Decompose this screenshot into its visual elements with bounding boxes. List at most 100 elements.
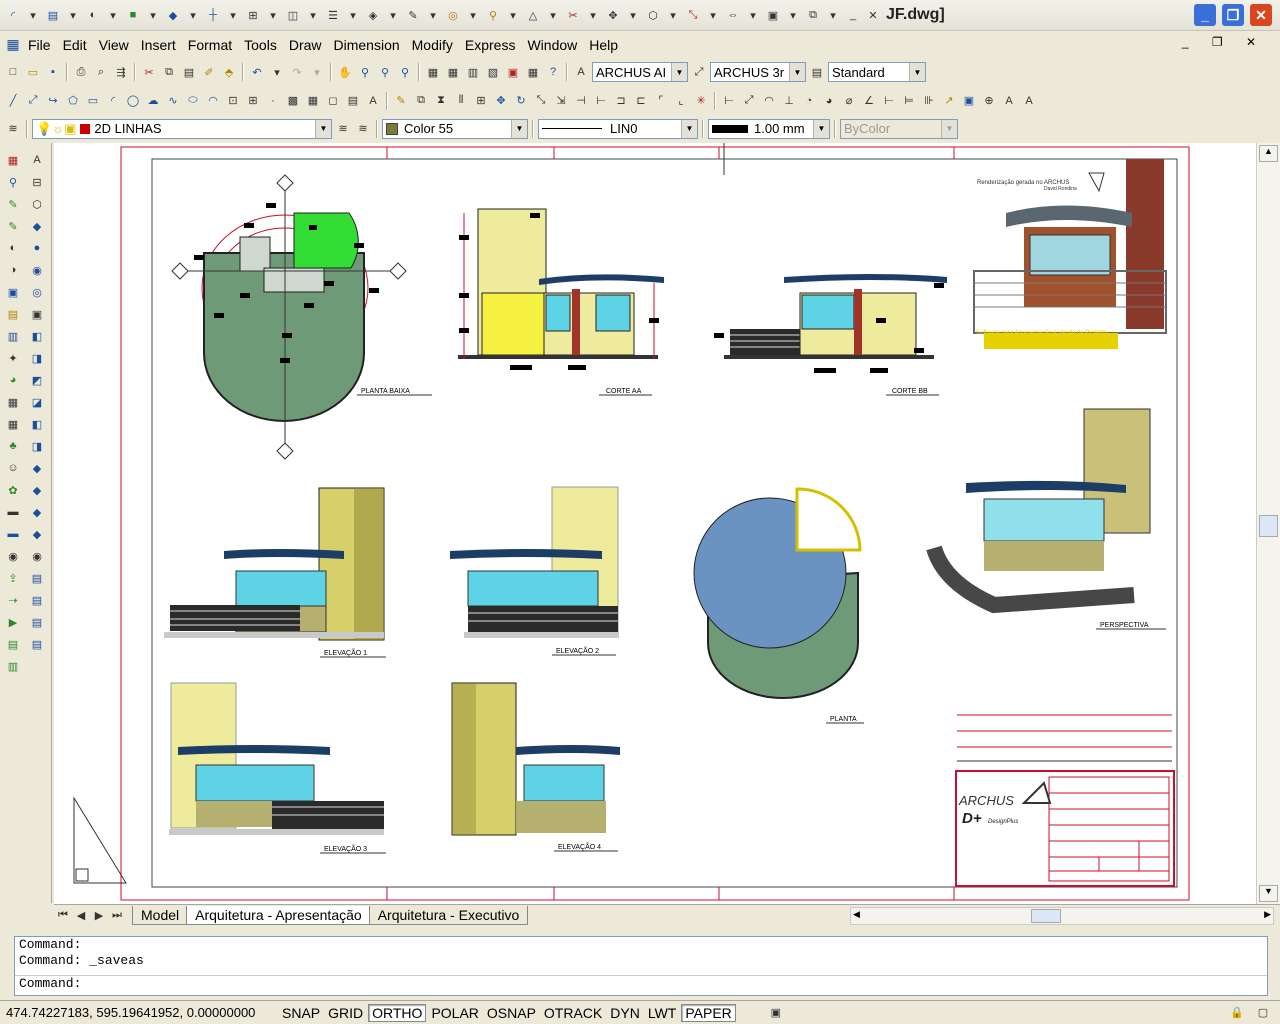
scroll-left-button[interactable]: ◀: [853, 909, 860, 920]
arc-icon[interactable]: ◜: [104, 92, 122, 110]
menu-edit[interactable]: Edit: [57, 37, 93, 53]
menu-view[interactable]: View: [93, 37, 135, 53]
command-prompt[interactable]: Command:: [15, 975, 1267, 991]
tab-model[interactable]: Model: [132, 906, 189, 925]
otrack-toggle[interactable]: OTRACK: [541, 1005, 605, 1021]
region-icon[interactable]: ◻: [324, 92, 342, 110]
text-frame-icon[interactable]: A: [28, 151, 46, 169]
first-tab-icon[interactable]: ⏮: [54, 907, 72, 925]
next-tab-icon[interactable]: ▶: [90, 907, 108, 925]
dim-text-edit-icon[interactable]: A: [1020, 92, 1038, 110]
dim-edit-icon[interactable]: A: [1000, 92, 1018, 110]
arc-length-icon[interactable]: ◠: [760, 92, 778, 110]
aligned-dim-icon[interactable]: ⤢: [740, 92, 758, 110]
command-window[interactable]: Command: Command: _saveas Command:: [14, 936, 1268, 996]
menu-format[interactable]: Format: [182, 37, 238, 53]
quick-dim-icon[interactable]: ⊢: [880, 92, 898, 110]
copy-icon[interactable]: ⧉: [160, 63, 178, 81]
viewport-tool-icon[interactable]: ▣: [28, 305, 46, 323]
zoom-tool-icon[interactable]: ⚲: [4, 173, 22, 191]
modify-icon[interactable]: ✂: [564, 6, 582, 24]
cylinder-icon[interactable]: ◉: [28, 261, 46, 279]
animation-icon[interactable]: ▶: [4, 613, 22, 631]
gradient-icon[interactable]: ▦: [304, 92, 322, 110]
layout-1-icon[interactable]: ▤: [28, 569, 46, 587]
box-icon[interactable]: ▣: [764, 6, 782, 24]
sky-icon[interactable]: ▬: [4, 525, 22, 543]
hatch-tool-icon[interactable]: ▩: [284, 92, 302, 110]
zoom-previous-icon[interactable]: ⚲: [396, 63, 414, 81]
sphere-icon[interactable]: ●: [28, 239, 46, 257]
zoom-window-icon[interactable]: ⚲: [376, 63, 394, 81]
explode-icon[interactable]: ✳: [692, 92, 710, 110]
torus-icon[interactable]: ◎: [28, 283, 46, 301]
line-icon[interactable]: ╱: [4, 92, 22, 110]
dyn-toggle[interactable]: DYN: [607, 1005, 643, 1021]
dim-tool-icon[interactable]: ⊟: [28, 173, 46, 191]
view-top-icon[interactable]: ◧: [28, 327, 46, 345]
rotate-icon[interactable]: ↻: [512, 92, 530, 110]
undo-icon[interactable]: ↶: [248, 63, 266, 81]
array-icon[interactable]: ⊞: [472, 92, 490, 110]
dropdown-arrow-icon[interactable]: ▾: [224, 6, 242, 24]
radius-icon[interactable]: ◔: [800, 92, 818, 110]
layer-previous-icon[interactable]: ≋: [354, 120, 372, 138]
publish-icon[interactable]: ⇶: [112, 63, 130, 81]
clean-screen-icon[interactable]: ▢: [1254, 1004, 1272, 1022]
layout-3-icon[interactable]: ▤: [28, 613, 46, 631]
dropdown-arrow-icon[interactable]: ▾: [264, 6, 282, 24]
camera-tool-icon[interactable]: ◉: [28, 547, 46, 565]
landscape-icon[interactable]: ✦: [4, 349, 22, 367]
tree-icon[interactable]: ♣: [4, 437, 22, 455]
iso-nw-icon[interactable]: ◆: [28, 525, 46, 543]
ellipse-icon[interactable]: ⬭: [184, 92, 202, 110]
polar-toggle[interactable]: POLAR: [428, 1005, 481, 1021]
lock-icon[interactable]: 🔒: [1228, 1004, 1246, 1022]
menu-window[interactable]: Window: [521, 37, 583, 53]
tolerance-icon[interactable]: ▣: [960, 92, 978, 110]
polyline-icon[interactable]: ↪: [44, 92, 62, 110]
make-block-icon[interactable]: ⊞: [244, 92, 262, 110]
layout-2-icon[interactable]: ▤: [28, 591, 46, 609]
menu-help[interactable]: Help: [583, 37, 624, 53]
plant-icon[interactable]: ✿: [4, 481, 22, 499]
view-bottom-icon[interactable]: ◨: [28, 349, 46, 367]
orbit-icon[interactable]: ◐: [84, 6, 102, 24]
menu-insert[interactable]: Insert: [135, 37, 182, 53]
shade-tool-icon[interactable]: ▦: [4, 151, 22, 169]
zoom-realtime-icon[interactable]: ⚲: [356, 63, 374, 81]
minimize-toolbar-icon[interactable]: _: [844, 6, 862, 24]
coordinates-readout[interactable]: 474.74227183, 595.19641952, 0.00000000: [0, 1005, 278, 1020]
car-icon[interactable]: ▬: [4, 503, 22, 521]
menu-express[interactable]: Express: [459, 37, 522, 53]
continue-icon[interactable]: ⊪: [920, 92, 938, 110]
last-tab-icon[interactable]: ⏭: [108, 907, 126, 925]
copy-object-icon[interactable]: ⧉: [412, 92, 430, 110]
view-left-icon[interactable]: ◩: [28, 371, 46, 389]
menu-file[interactable]: File: [22, 37, 57, 53]
insert-block-icon[interactable]: ⊡: [224, 92, 242, 110]
paper-toggle[interactable]: PAPER: [681, 1003, 736, 1022]
iso-sw-icon[interactable]: ◆: [28, 459, 46, 477]
scroll-up-button[interactable]: ▲: [1259, 145, 1278, 162]
shade-icon[interactable]: ⬡: [644, 6, 662, 24]
join-icon[interactable]: ⊏: [632, 92, 650, 110]
dropdown-arrow-icon[interactable]: ▾: [344, 6, 362, 24]
background-icon[interactable]: ▤: [4, 305, 22, 323]
close-toolbar-icon[interactable]: ✕: [864, 6, 882, 24]
iso-se-icon[interactable]: ◆: [28, 481, 46, 499]
table-icon[interactable]: ▤: [344, 92, 362, 110]
ortho-toggle[interactable]: ORTHO: [368, 1003, 427, 1022]
plot-preview-icon[interactable]: ⌕: [92, 63, 110, 81]
preferences-icon[interactable]: ▦: [4, 415, 22, 433]
baseline-icon[interactable]: ⊨: [900, 92, 918, 110]
hatch-icon[interactable]: ◈: [364, 6, 382, 24]
solid-icon[interactable]: ◆: [164, 6, 182, 24]
polygon-icon[interactable]: ⬠: [64, 92, 82, 110]
hscroll-thumb[interactable]: [1031, 909, 1061, 923]
layer-manager-icon[interactable]: ≋: [4, 120, 22, 138]
sheet-set-icon[interactable]: ▧: [484, 63, 502, 81]
view-front-icon[interactable]: ◧: [28, 415, 46, 433]
jogged-icon[interactable]: ◕: [820, 92, 838, 110]
diameter-icon[interactable]: ⌀: [840, 92, 858, 110]
